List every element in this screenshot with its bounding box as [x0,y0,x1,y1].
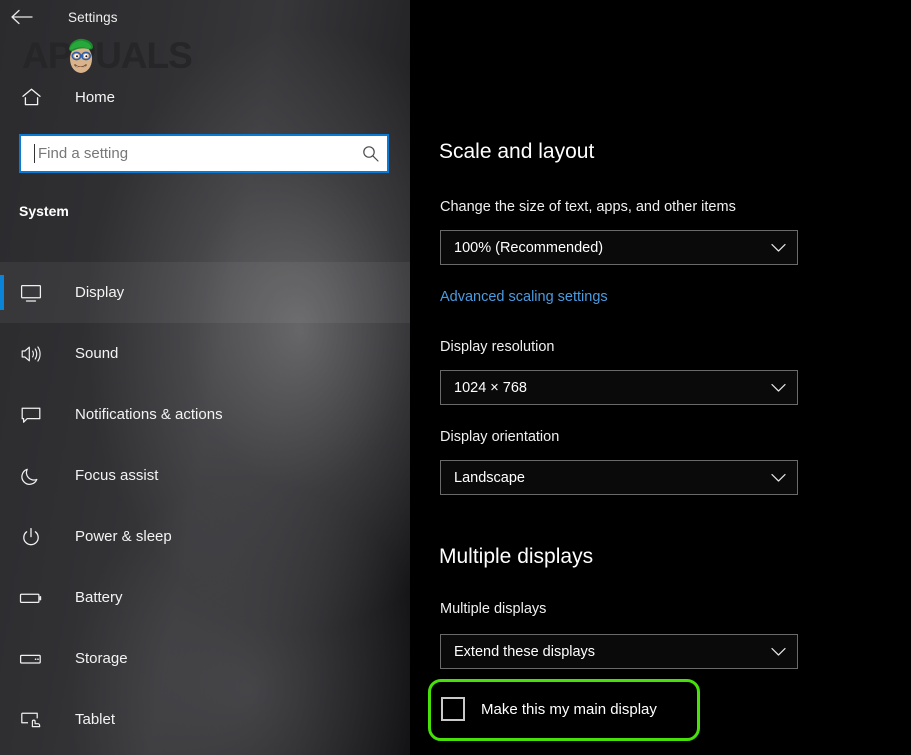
sidebar-item-label: Sound [75,345,118,362]
title-bar: Settings [0,0,410,34]
chat-bubble-icon [14,400,48,430]
sidebar-item-sound[interactable]: Sound [0,323,410,384]
main-content: Display Scale and layout Change the size… [410,0,911,755]
section-heading-multiple-displays: Multiple displays [439,545,593,569]
sidebar-item-label: Battery [75,589,123,606]
advanced-scaling-settings-link[interactable]: Advanced scaling settings [440,289,608,305]
sidebar-group-title: System [19,203,69,219]
main-display-checkbox[interactable] [441,697,465,721]
speaker-icon [14,339,48,369]
home-label: Home [75,89,115,106]
power-icon [14,522,48,552]
sidebar-item-display[interactable]: Display [0,262,410,323]
moon-icon [14,461,48,491]
settings-window: Settings APPUALS [0,0,911,755]
home-icon [14,87,48,107]
drive-icon [14,644,48,674]
scale-dropdown[interactable]: 100% (Recommended) [440,230,798,265]
sidebar-item-label: Storage [75,650,128,667]
search-input[interactable] [38,145,362,162]
sidebar-item-tablet[interactable]: Tablet [0,689,410,750]
multiple-displays-dropdown[interactable]: Extend these displays [440,634,798,669]
multiple-displays-label: Multiple displays [440,601,546,617]
chevron-down-icon [771,243,786,253]
scale-label: Change the size of text, apps, and other… [440,199,736,215]
back-arrow-icon[interactable] [0,2,44,32]
resolution-label: Display resolution [440,339,554,355]
monitor-icon [14,278,48,308]
chevron-down-icon [771,647,786,657]
multiple-displays-dropdown-value: Extend these displays [454,644,771,660]
sidebar-item-power-sleep[interactable]: Power & sleep [0,506,410,567]
tablet-touch-icon [14,705,48,735]
resolution-dropdown[interactable]: 1024 × 768 [440,370,798,405]
section-heading-scale-layout: Scale and layout [439,140,594,164]
sidebar: Settings APPUALS [0,0,410,755]
orientation-dropdown-value: Landscape [454,470,771,486]
sidebar-item-label: Focus assist [75,467,158,484]
watermark-text: APPUALS [22,37,192,74]
main-display-checkbox-row[interactable]: Make this my main display [441,697,657,721]
sidebar-item-focus-assist[interactable]: Focus assist [0,445,410,506]
main-display-checkbox-label: Make this my main display [481,701,657,718]
sidebar-nav: Display Sound [0,262,410,750]
chevron-down-icon [771,473,786,483]
window-title: Settings [68,10,118,25]
sidebar-item-label: Tablet [75,711,115,728]
search-box[interactable] [19,134,389,173]
search-icon[interactable] [362,145,379,162]
sidebar-item-label: Display [75,284,124,301]
sidebar-item-notifications[interactable]: Notifications & actions [0,384,410,445]
orientation-label: Display orientation [440,429,559,445]
battery-icon [14,583,48,613]
sidebar-item-label: Notifications & actions [75,406,223,423]
sidebar-item-storage[interactable]: Storage [0,628,410,689]
resolution-dropdown-value: 1024 × 768 [454,380,771,396]
orientation-dropdown[interactable]: Landscape [440,460,798,495]
sidebar-item-label: Power & sleep [75,528,172,545]
appuals-watermark: APPUALS [22,33,192,77]
home-nav-item[interactable]: Home [14,79,115,115]
scale-dropdown-value: 100% (Recommended) [454,240,771,256]
chevron-down-icon [771,383,786,393]
sidebar-item-battery[interactable]: Battery [0,567,410,628]
text-caret [34,144,35,163]
appuals-mascot-icon [58,32,104,78]
